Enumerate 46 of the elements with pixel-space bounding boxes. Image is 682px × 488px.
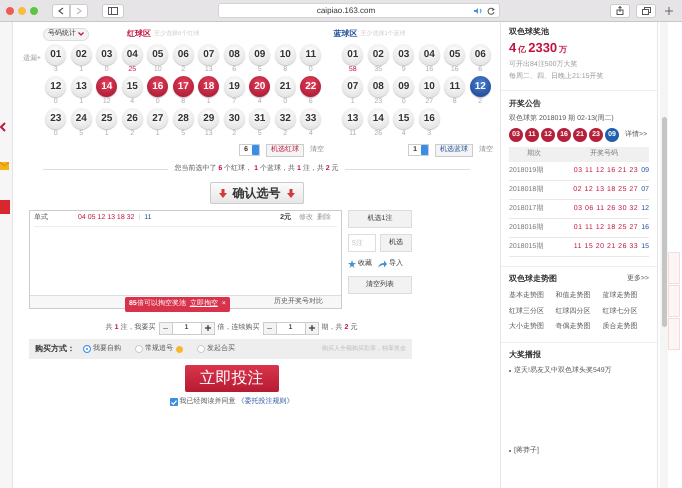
zone-title: 红球区 — [127, 28, 151, 40]
star-icon — [348, 260, 356, 268]
agree-checkbox[interactable] — [170, 398, 178, 406]
confirm-button[interactable]: 确认选号 — [210, 182, 304, 204]
jackpot-amount: 4 — [509, 39, 516, 57]
url-text: caipiao.163.com — [316, 4, 376, 16]
sidebar-button[interactable] — [102, 4, 124, 18]
decrease-button[interactable] — [160, 322, 172, 334]
stepper-icon — [421, 145, 428, 155]
stepper-icon — [252, 145, 259, 155]
caret-icon — [78, 32, 84, 36]
share-arrow-icon — [378, 260, 387, 268]
share-button[interactable] — [610, 4, 630, 18]
section-title: 大奖播报 — [509, 348, 542, 360]
forward-icon — [76, 6, 82, 14]
speaker-icon — [473, 6, 483, 14]
plus-icon — [665, 6, 673, 14]
section-title: 双色球奖池 — [509, 26, 550, 38]
reload-icon — [487, 6, 495, 14]
section-title: 双色球走势图 — [509, 273, 557, 285]
bet-button[interactable]: 立即投注 — [184, 365, 278, 392]
plus-icon — [204, 325, 210, 331]
decrease-button[interactable] — [264, 322, 276, 334]
zone-title: 蓝球区 — [333, 28, 358, 40]
increase-button[interactable] — [202, 322, 214, 334]
back-icon — [58, 6, 64, 14]
share-icon — [616, 6, 624, 15]
back-button[interactable] — [52, 4, 70, 18]
scrollbar-thumb[interactable] — [662, 117, 666, 327]
jackpot-unit: 亿 — [518, 44, 526, 56]
envelope-icon — [0, 162, 9, 170]
plus-icon — [308, 325, 314, 331]
purchase-label: 购买方式： — [35, 343, 75, 355]
help-icon — [176, 346, 183, 352]
section-title: 开奖公告 — [509, 98, 542, 110]
sidebar-icon — [108, 6, 118, 14]
down-arrow-icon — [286, 188, 294, 198]
down-arrow-icon — [218, 188, 226, 198]
tabs-button[interactable] — [636, 4, 656, 18]
jackpot-unit: 万 — [559, 44, 568, 56]
address-bar[interactable]: caipiao.163.com — [218, 3, 500, 18]
tabs-icon — [642, 6, 650, 14]
chevron-icon — [0, 122, 6, 132]
jackpot-amount: 2330 — [528, 39, 558, 57]
check-icon — [170, 400, 176, 405]
increase-button[interactable] — [306, 322, 318, 334]
